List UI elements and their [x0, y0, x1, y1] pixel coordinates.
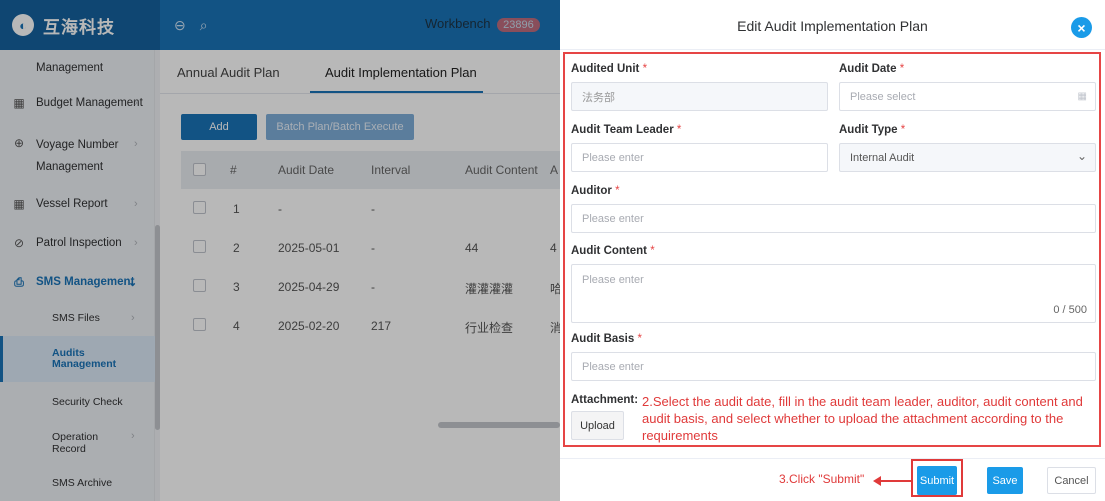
team-leader-input[interactable]: Please enter [571, 143, 828, 172]
audit-type-select[interactable]: Internal Audit ⌄ [839, 143, 1096, 172]
save-button[interactable]: Save [987, 467, 1023, 494]
upload-button[interactable]: Upload [571, 411, 624, 440]
audit-content-textarea[interactable]: Please enter 0 / 500 [571, 264, 1096, 323]
calendar-icon: ▦ [1077, 91, 1087, 102]
audited-unit-field: 法务部 [571, 82, 828, 111]
instruction-annotation-3: 3.Click "Submit" [779, 472, 865, 486]
team-leader-label: Audit Team Leader * [571, 124, 682, 136]
audit-type-value: Internal Audit [850, 151, 915, 164]
audit-date-picker[interactable]: Please select ▦ [839, 82, 1096, 111]
audited-unit-value: 法务部 [582, 91, 615, 104]
audit-content-label: Audit Content * [571, 245, 655, 257]
cancel-button[interactable]: Cancel [1047, 467, 1096, 494]
audit-date-placeholder: Please select [850, 90, 916, 103]
audit-basis-label: Audit Basis * [571, 333, 642, 345]
instruction-annotation-2: 2.Select the audit date, fill in the aud… [642, 394, 1083, 443]
audited-unit-label: Audited Unit * [571, 63, 648, 75]
annotation-arrow-head-icon [873, 476, 881, 486]
audit-basis-input[interactable]: Please enter [571, 352, 1096, 381]
auditor-label: Auditor * [571, 185, 620, 197]
auditor-input[interactable]: Please enter [571, 204, 1096, 233]
character-counter: 0 / 500 [1053, 304, 1087, 316]
close-icon[interactable]: × [1071, 17, 1092, 38]
modal-backdrop[interactable] [0, 0, 560, 501]
audit-type-label: Audit Type * [839, 124, 906, 136]
drawer-title: Edit Audit Implementation Plan [560, 0, 1105, 50]
submit-button[interactable]: Submit [917, 466, 957, 495]
team-leader-placeholder: Please enter [582, 151, 644, 164]
audit-basis-placeholder: Please enter [582, 360, 644, 373]
edit-plan-drawer: Edit Audit Implementation Plan × Audited… [560, 0, 1105, 501]
audit-content-placeholder: Please enter [582, 274, 644, 286]
annotation-arrow-line [876, 480, 912, 482]
footer-divider [560, 458, 1105, 459]
audit-date-label: Audit Date * [839, 63, 905, 75]
auditor-placeholder: Please enter [582, 212, 644, 225]
attachment-label: Attachment: [571, 394, 639, 406]
chevron-down-icon: ⌄ [1076, 149, 1087, 163]
